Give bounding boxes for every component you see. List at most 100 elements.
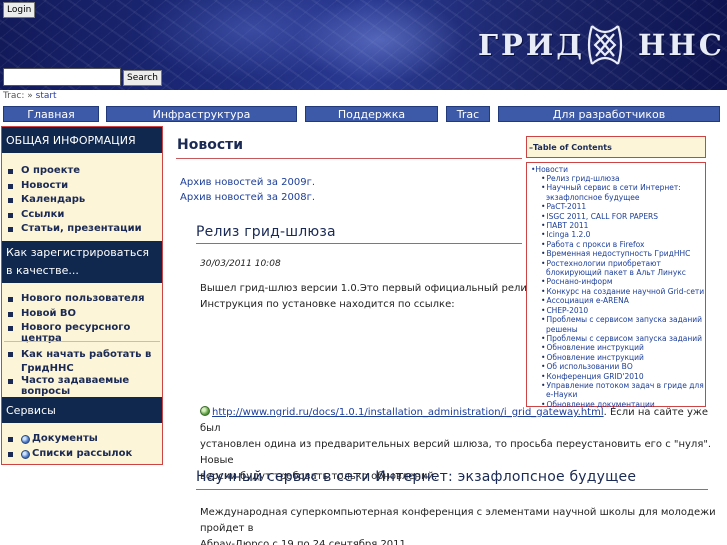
sidebar: ОБЩАЯ ИНФОРМАЦИЯ О проекте Новости Кален… [1,126,163,465]
post-paragraph: Вышел грид-шлюз версии 1.0.Это первый оф… [200,281,535,313]
toc-item[interactable]: Научный сервис в сети Интернет: [541,183,705,192]
nav-tab-trac[interactable]: Trac [446,106,490,122]
sidebar-item-label: Списки рассылок [32,447,133,459]
sidebar-item-new-resource-center[interactable]: Нового ресурсного центра [8,322,162,344]
bullet-icon [8,437,13,442]
sidebar-item-label: Новой ВО [21,307,77,319]
bullet-icon [8,379,13,384]
toc-item[interactable]: Конференция GRID'2010 [541,372,705,381]
toc-item[interactable]: e-Науки [541,390,705,399]
post-date: 30/03/2011 10:08 [200,259,281,269]
sidebar-item-getting-started[interactable]: Как начать работать в ГридННС [8,348,156,375]
toc-item[interactable]: Временная недоступность ГридННС [541,249,705,258]
toc-item[interactable]: Релиз грид-шлюза [541,174,705,183]
post-line: установлен одина из предварительных верс… [200,439,712,466]
sidebar-item-news[interactable]: Новости [8,180,142,195]
sidebar-item-label: Статьи, презентации [21,223,142,234]
toc-item[interactable]: Роснано-информ [541,277,705,286]
grid-logo-icon [587,25,623,65]
toc-item[interactable]: Icinga 1.2.0 [541,230,705,239]
toc-item[interactable]: PaCT-2011 [541,202,705,211]
toc-item[interactable]: ПАВТ 2011 [541,221,705,230]
sidebar-item-label: Новости [21,179,69,191]
sidebar-item-documents[interactable]: Документы [8,433,132,448]
toc-item[interactable]: Обновление инструкций [541,343,705,352]
sidebar-register-list: Нового пользователя Новой ВО Нового ресу… [8,293,162,344]
sidebar-item-label: О проекте [21,165,81,176]
site-logo[interactable]: ГРИД ННС [478,20,722,70]
bullet-icon [8,297,13,302]
toc-item[interactable]: Конкурс на создание научной Grid-сети [541,287,705,296]
sidebar-item-new-vo[interactable]: Новой ВО [8,308,162,323]
title-divider [176,158,522,159]
page-title: Новости [177,137,244,153]
toc-item[interactable]: Ассоциация e-ARENA [541,296,705,305]
toc-item[interactable]: Об использовании ВО [541,362,705,371]
bullet-icon [8,352,13,357]
post-line: Инструкция по установке находится по ссы… [200,299,455,310]
sidebar-divider [4,341,160,342]
sidebar-item-new-user[interactable]: Нового пользователя [8,293,162,308]
logo-text-left: ГРИД [478,28,586,62]
bullet-icon [8,311,13,317]
table-of-contents: –Table of Contents •Новости Релиз грид-ш… [526,136,706,409]
nav-tab-home[interactable]: Главная [3,106,99,122]
post-title-exaflop-future[interactable]: Научный сервис в сети Интернет: экзафлоп… [196,469,636,485]
sidebar-item-faq[interactable]: Часто задаваемые вопросы [8,375,156,397]
breadcrumb: Trac: » start [3,91,57,101]
globe-icon [21,449,30,459]
sidebar-item-label: Как начать работать в ГридННС [21,349,152,374]
toc-item[interactable]: Обновление документации [541,400,705,409]
sidebar-item-articles[interactable]: Статьи, презентации [8,223,142,238]
post-line: Вышел грид-шлюз версии 1.0.Это первый оф… [200,283,536,294]
toc-item[interactable]: экзафлопсное будущее [541,193,705,202]
toc-item-news[interactable]: •Новости [531,165,568,174]
sidebar-item-label: Часто задаваемые вопросы [21,375,130,397]
toc-item[interactable]: Управление потоком задач в гриде для [541,381,705,390]
sidebar-heading-register: Как зарегистрироваться в качестве... [2,241,162,283]
archive-link-2009[interactable]: Архив новостей за 2009г. [180,177,315,188]
sidebar-general-list: О проекте Новости Календарь Ссылки Стать… [8,165,142,238]
nav-tab-support[interactable]: Поддержка [305,106,438,122]
sidebar-services-list: Документы Списки рассылок [8,433,132,462]
sidebar-help-list: Как начать работать в ГридННС Часто зада… [8,348,156,397]
toc-item[interactable]: Работа с прокси в Firefox [541,240,705,249]
toc-item[interactable]: CHEP-2010 [541,306,705,315]
sidebar-item-label: Документы [32,433,98,444]
search-input[interactable] [3,68,121,86]
bullet-icon [8,227,13,232]
login-button[interactable]: Login [3,2,36,18]
post-link-line: http://www.ngrid.ru/docs/1.0.1/installat… [200,405,727,437]
toc-item[interactable]: Ростехнологии приобретают [541,259,705,268]
post-paragraph: Международная суперкомпьютерная конферен… [200,505,727,545]
sidebar-item-about[interactable]: О проекте [8,165,142,180]
sidebar-item-label: Нового пользователя [21,293,145,304]
post-line: Международная суперкомпьютерная конферен… [200,507,716,534]
breadcrumb-prefix: Trac: » [3,91,33,101]
external-link-icon [200,406,210,416]
toc-item[interactable]: Обновление инструкций [541,353,705,362]
nav-tab-developers[interactable]: Для разработчиков [498,106,720,122]
sidebar-item-label: Календарь [21,194,86,205]
toc-item[interactable]: решены [541,325,705,334]
site-header: Login Search ГРИД ННС [0,0,727,90]
breadcrumb-current-link[interactable]: start [36,91,57,101]
toc-item[interactable]: ISGC 2011, CALL FOR PAPERS [541,212,705,221]
archive-link-2008[interactable]: Архив новостей за 2008г. [180,192,315,203]
toc-item[interactable]: блокирующий пакет в Альт Линукс [541,268,705,277]
toc-item[interactable]: Проблемы с сервисом запуска заданий [541,315,705,324]
nav-tab-infrastructure[interactable]: Инфраструктура [106,106,297,122]
sidebar-item-calendar[interactable]: Календарь [8,194,142,209]
sidebar-item-mailing-lists[interactable]: Списки рассылок [8,448,132,463]
sidebar-item-label: Ссылки [21,208,65,220]
toc-body: •Новости Релиз грид-шлюза Научный сервис… [526,162,706,409]
globe-icon [21,435,30,444]
search-button[interactable]: Search [123,70,162,86]
toc-heading-toggle[interactable]: –Table of Contents [526,136,706,158]
post-title-gateway-release[interactable]: Релиз грид-шлюза [196,224,336,240]
sidebar-heading-general: ОБЩАЯ ИНФОРМАЦИЯ [2,127,162,153]
sidebar-item-links[interactable]: Ссылки [8,209,142,224]
toc-item[interactable]: Проблемы с сервисом запуска заданий [541,334,705,343]
section-divider [196,243,522,244]
bullet-icon [8,183,13,189]
